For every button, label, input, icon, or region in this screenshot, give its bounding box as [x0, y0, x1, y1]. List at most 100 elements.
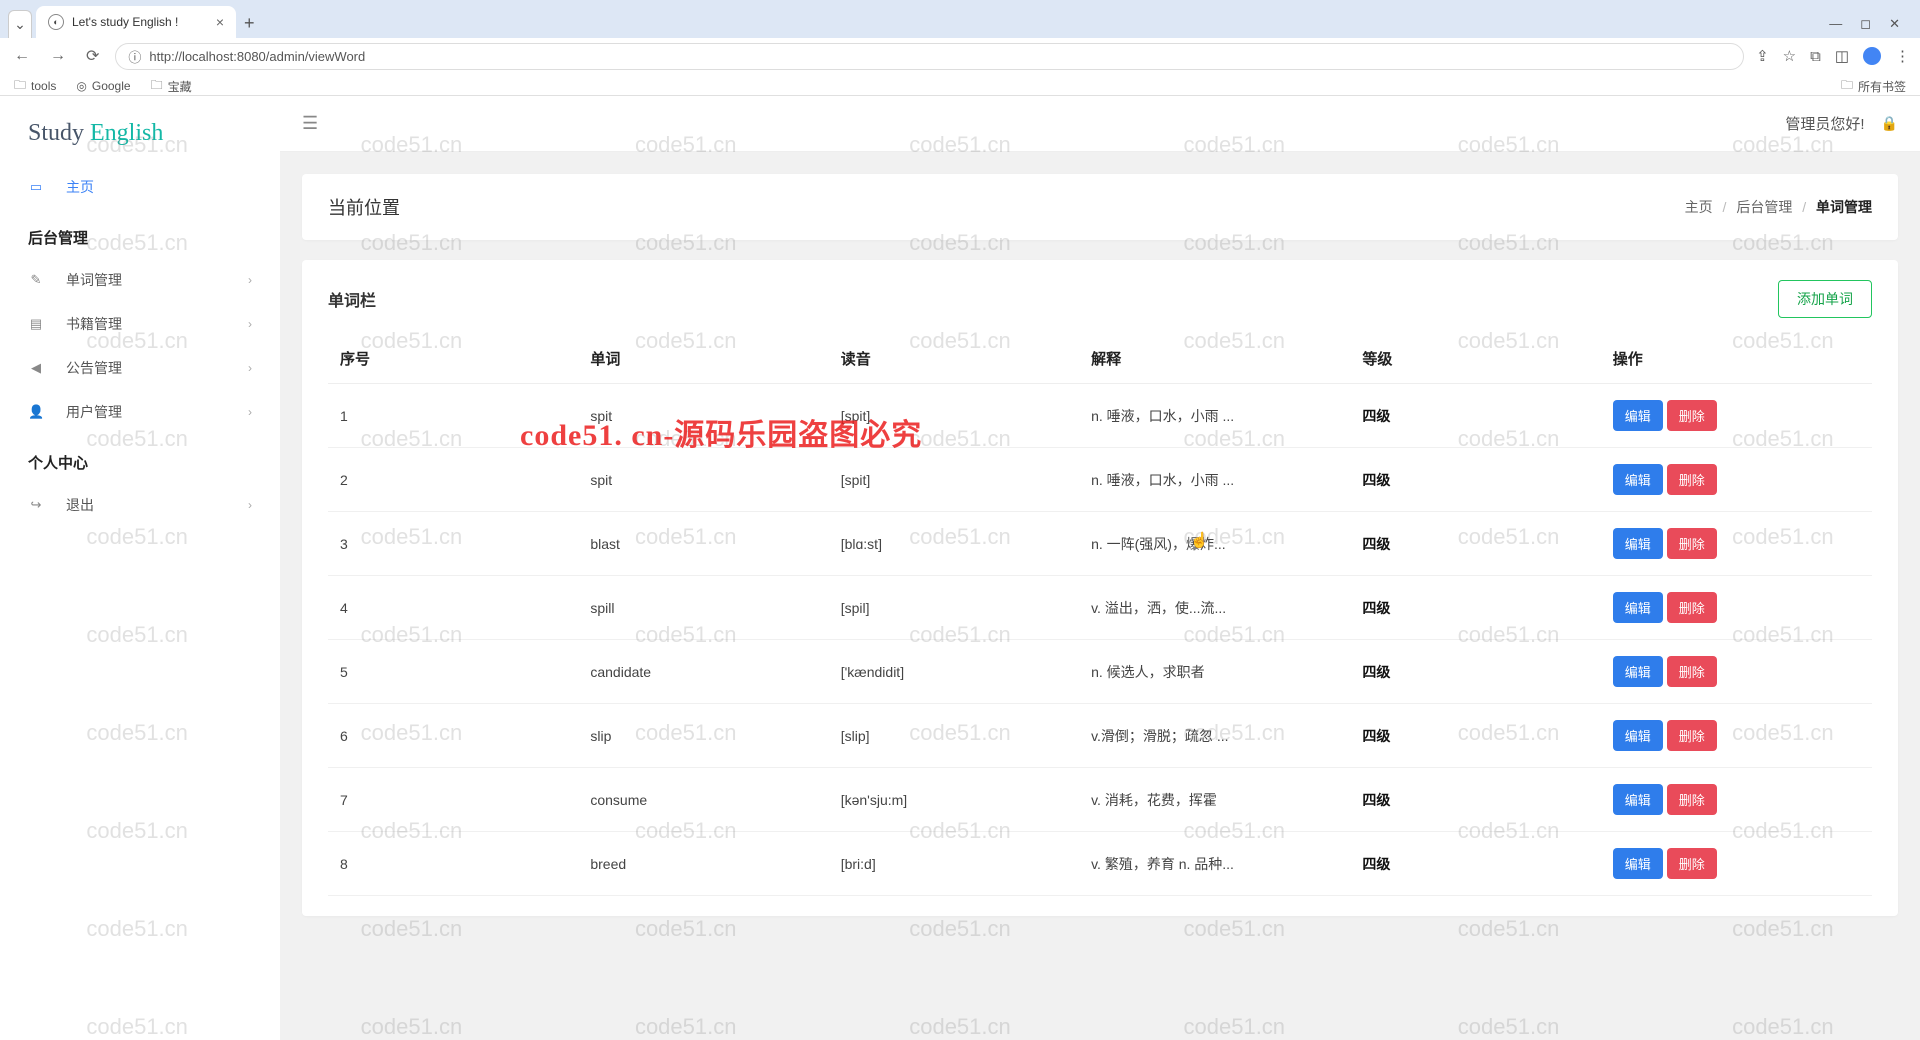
cell-action: 编辑删除: [1601, 640, 1872, 704]
edit-button[interactable]: 编辑: [1613, 848, 1663, 879]
chevron-right-icon: ›: [248, 361, 252, 375]
sidebar-item-logout[interactable]: ↪ 退出 ›: [0, 483, 280, 527]
cell-meaning: v. 繁殖，养育 n. 品种...: [1079, 832, 1350, 896]
cell-seq: 7: [328, 768, 578, 832]
cell-action: 编辑删除: [1601, 384, 1872, 448]
cell-seq: 8: [328, 832, 578, 896]
back-icon[interactable]: ←: [10, 45, 34, 67]
delete-button[interactable]: 删除: [1667, 592, 1717, 623]
folder-icon: 🗀: [1841, 76, 1853, 97]
bookmark-treasure[interactable]: 🗀宝藏: [151, 76, 192, 97]
delete-button[interactable]: 删除: [1667, 848, 1717, 879]
edit-button[interactable]: 编辑: [1613, 784, 1663, 815]
cell-seq: 4: [328, 576, 578, 640]
delete-button[interactable]: 删除: [1667, 720, 1717, 751]
reload-icon[interactable]: ⟳: [82, 44, 103, 68]
table-row: 5candidate['kændidit]n. 候选人，求职者四级编辑删除: [328, 640, 1872, 704]
close-icon[interactable]: ×: [216, 14, 224, 30]
sidebar: Study English ▭ 主页 后台管理 ✎ 单词管理 › ▤ 书籍管理 …: [0, 96, 280, 1040]
cell-seq: 3: [328, 512, 578, 576]
table-row: 1spit[spit]n. 唾液，口水，小雨 ...四级编辑删除: [328, 384, 1872, 448]
star-icon[interactable]: ☆: [1783, 47, 1796, 65]
topbar: ☰ 管理员您好! 🔒: [280, 96, 1920, 152]
profile-icon[interactable]: [1863, 47, 1881, 65]
sidebar-item-label: 退出: [66, 495, 94, 515]
sidebar-item-label: 主页: [66, 177, 94, 197]
cell-meaning: n. 一阵(强风)，爆炸...: [1079, 512, 1350, 576]
breadcrumb-title: 当前位置: [328, 194, 400, 220]
extensions-icon[interactable]: ⧉: [1810, 48, 1821, 65]
all-bookmarks[interactable]: 🗀所有书签: [1841, 76, 1906, 97]
sidebar-item-announce[interactable]: ◀ 公告管理 ›: [0, 346, 280, 390]
delete-button[interactable]: 删除: [1667, 400, 1717, 431]
delete-button[interactable]: 删除: [1667, 784, 1717, 815]
col-pron: 读音: [829, 334, 1079, 384]
edit-button[interactable]: 编辑: [1613, 400, 1663, 431]
cell-pron: [blɑ:st]: [829, 512, 1079, 576]
table-row: 2spit[spit]n. 唾液，口水，小雨 ...四级编辑删除: [328, 448, 1872, 512]
sidebar-item-home[interactable]: ▭ 主页: [0, 165, 280, 209]
cell-word: consume: [578, 768, 828, 832]
maximize-icon[interactable]: ◻: [1860, 16, 1871, 32]
word-table: 序号 单词 读音 解释 等级 操作 1spit[spit]n. 唾液，口水，小雨…: [328, 334, 1872, 896]
edit-button[interactable]: 编辑: [1613, 656, 1663, 687]
edit-button[interactable]: 编辑: [1613, 592, 1663, 623]
cell-meaning: n. 唾液，口水，小雨 ...: [1079, 448, 1350, 512]
app-root: Study English ▭ 主页 后台管理 ✎ 单词管理 › ▤ 书籍管理 …: [0, 96, 1920, 1040]
cell-pron: [spit]: [829, 384, 1079, 448]
cell-word: spit: [578, 384, 828, 448]
col-seq: 序号: [328, 334, 578, 384]
site-info-icon[interactable]: ⓘ: [128, 47, 141, 66]
cell-meaning: n. 唾液，口水，小雨 ...: [1079, 384, 1350, 448]
side-panel-icon[interactable]: ◫: [1835, 47, 1849, 65]
bookmark-google[interactable]: ◎Google: [76, 79, 130, 93]
tab-list-dropdown[interactable]: ⌄: [8, 10, 32, 38]
delete-button[interactable]: 删除: [1667, 656, 1717, 687]
breadcrumb-path: 主页 / 后台管理 / 单词管理: [1685, 197, 1872, 217]
edit-button[interactable]: 编辑: [1613, 720, 1663, 751]
url-input[interactable]: ⓘ http://localhost:8080/admin/viewWord: [115, 43, 1744, 70]
menu-icon[interactable]: ⋮: [1895, 47, 1910, 65]
folder-icon: 🗀: [151, 76, 163, 97]
sidebar-item-words[interactable]: ✎ 单词管理 ›: [0, 258, 280, 302]
col-word: 单词: [578, 334, 828, 384]
main-area: ☰ 管理员您好! 🔒 当前位置 主页 / 后台管理 / 单词管理 单词栏 添加单…: [280, 96, 1920, 1040]
cell-action: 编辑删除: [1601, 448, 1872, 512]
delete-button[interactable]: 删除: [1667, 528, 1717, 559]
favicon-icon: ◐: [48, 14, 64, 30]
delete-button[interactable]: 删除: [1667, 464, 1717, 495]
logo: Study English: [0, 106, 280, 165]
sidebar-item-books[interactable]: ▤ 书籍管理 ›: [0, 302, 280, 346]
col-action: 操作: [1601, 334, 1872, 384]
cell-pron: [spil]: [829, 576, 1079, 640]
table-row: 8breed[bri:d]v. 繁殖，养育 n. 品种...四级编辑删除: [328, 832, 1872, 896]
col-level: 等级: [1350, 334, 1600, 384]
breadcrumb-admin[interactable]: 后台管理: [1736, 199, 1792, 215]
sidebar-item-label: 单词管理: [66, 270, 122, 290]
megaphone-icon: ◀: [28, 360, 44, 376]
laptop-icon: ▭: [28, 179, 44, 195]
edit-button[interactable]: 编辑: [1613, 528, 1663, 559]
url-text: http://localhost:8080/admin/viewWord: [149, 49, 365, 64]
browser-tab[interactable]: ◐ Let's study English ! ×: [36, 6, 236, 38]
chevron-right-icon: ›: [248, 498, 252, 512]
sidebar-item-users[interactable]: 👤 用户管理 ›: [0, 390, 280, 434]
welcome-text: 管理员您好!: [1785, 113, 1864, 134]
tab-bar: ⌄ ◐ Let's study English ! × + — ◻ ✕: [0, 0, 1920, 38]
new-tab-button[interactable]: +: [236, 9, 263, 38]
cell-action: 编辑删除: [1601, 512, 1872, 576]
close-window-icon[interactable]: ✕: [1889, 16, 1900, 32]
lock-icon[interactable]: 🔒: [1881, 115, 1898, 132]
cell-level: 四级: [1350, 640, 1600, 704]
breadcrumb-home[interactable]: 主页: [1685, 199, 1713, 215]
edit-button[interactable]: 编辑: [1613, 464, 1663, 495]
table-row: 6slip[slip]v.滑倒；滑脱；疏忽 ...四级编辑删除: [328, 704, 1872, 768]
add-word-button[interactable]: 添加单词: [1778, 280, 1872, 318]
sidebar-section-admin: 后台管理: [0, 209, 280, 258]
minimize-icon[interactable]: —: [1829, 16, 1842, 32]
share-icon[interactable]: ⇪: [1756, 47, 1769, 65]
forward-icon[interactable]: →: [46, 45, 70, 67]
hamburger-icon[interactable]: ☰: [302, 113, 318, 134]
bookmark-tools[interactable]: 🗀tools: [14, 76, 56, 97]
cell-level: 四级: [1350, 448, 1600, 512]
